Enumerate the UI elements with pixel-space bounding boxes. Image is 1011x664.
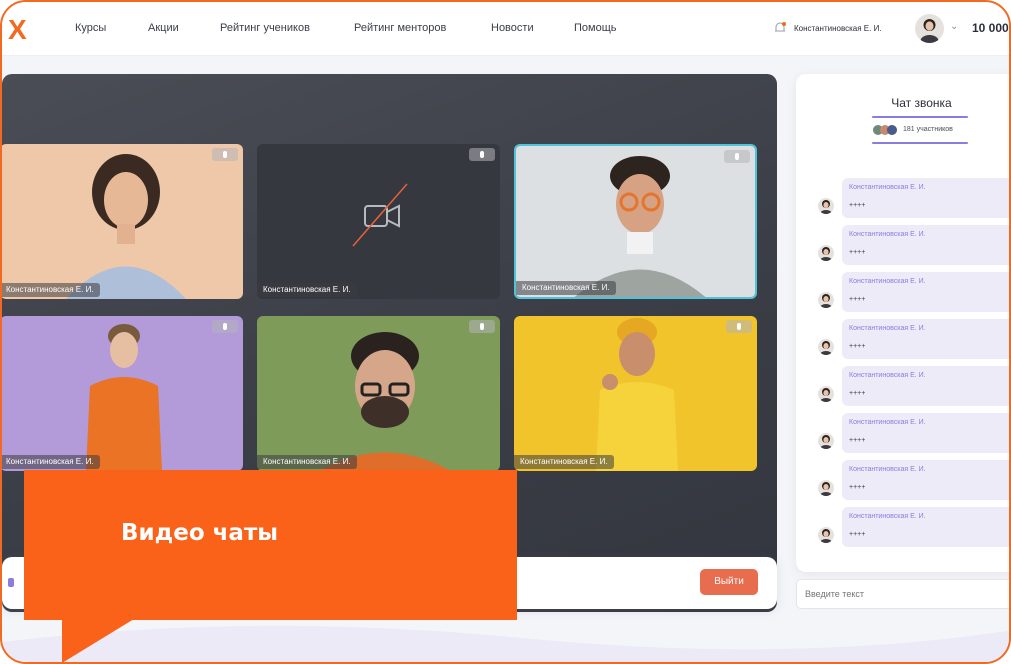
message-text: ++++ <box>849 202 866 209</box>
message-bubble: Константиновская Е. И. ++++ <box>842 178 1009 218</box>
chat-title: Чат звонка <box>891 96 952 110</box>
participant-name: Константиновская Е. И. <box>514 455 614 469</box>
message-bubble: Константиновская Е. И. ++++ <box>842 319 1009 359</box>
message-bubble: Константиновская Е. И. ++++ <box>842 413 1009 453</box>
participant-video-4 <box>2 316 243 471</box>
nav-item-mentor-rating[interactable]: Рейтинг менторов <box>354 22 446 34</box>
balance: 10 000 <box>972 21 1009 35</box>
chevron-down-icon[interactable]: ⌄ <box>950 21 958 32</box>
mic-icon <box>724 150 750 163</box>
nav-item-courses[interactable]: Курсы <box>75 22 106 34</box>
promo-banner-tail <box>62 619 134 662</box>
video-tile-5[interactable]: Константиновская Е. И. <box>257 316 500 471</box>
mic-icon <box>212 148 238 161</box>
message-text: ++++ <box>849 437 866 444</box>
chat-message: Константиновская Е. И. ++++ <box>816 319 1009 361</box>
message-author: Константиновская Е. И. <box>849 466 926 473</box>
participant-name: Константиновская Е. И. <box>257 455 357 469</box>
avatar <box>818 527 834 543</box>
promo-banner: Видео чаты <box>24 470 517 620</box>
video-tile-4[interactable]: Константиновская Е. И. <box>2 316 243 471</box>
chat-message: Константиновская Е. И. ++++ <box>816 366 1009 408</box>
video-tile-2[interactable]: Константиновская Е. И. <box>257 144 500 299</box>
user-avatar[interactable] <box>915 14 944 43</box>
video-tile-3-active[interactable]: Константиновская Е. И. <box>514 144 757 299</box>
nav-item-help[interactable]: Помощь <box>574 22 617 34</box>
nav-item-student-rating[interactable]: Рейтинг учеников <box>220 22 310 34</box>
avatar <box>818 198 834 214</box>
participants-count: 181 участников <box>903 126 953 133</box>
video-tile-6[interactable]: Константиновская Е. И. <box>514 316 757 471</box>
nav-item-promotions[interactable]: Акции <box>148 22 179 34</box>
message-text: ++++ <box>849 484 866 491</box>
message-author: Константиновская Е. И. <box>849 184 926 191</box>
top-navigation: X Курсы Акции Рейтинг учеников Рейтинг м… <box>2 2 1009 56</box>
avatar <box>818 433 834 449</box>
message-text: ++++ <box>849 343 866 350</box>
message-bubble: Константиновская Е. И. ++++ <box>842 272 1009 312</box>
message-text: ++++ <box>849 296 866 303</box>
message-author: Константиновская Е. И. <box>849 231 926 238</box>
mic-icon <box>469 148 495 161</box>
mic-icon <box>726 320 752 333</box>
bell-icon[interactable] <box>773 21 787 35</box>
participant-video-5 <box>257 316 500 471</box>
chat-message: Константиновская Е. И. ++++ <box>816 225 1009 267</box>
avatar <box>818 480 834 496</box>
avatar <box>818 339 834 355</box>
message-text: ++++ <box>849 390 866 397</box>
participant-video-6 <box>514 316 757 471</box>
avatar <box>818 292 834 308</box>
exit-call-button[interactable]: Выйти <box>700 569 758 595</box>
mic-icon <box>212 320 238 333</box>
app-frame: X Курсы Акции Рейтинг учеников Рейтинг м… <box>0 0 1011 664</box>
message-author: Константиновская Е. И. <box>849 513 926 520</box>
message-author: Константиновская Е. И. <box>849 278 926 285</box>
chat-message: Константиновская Е. И. ++++ <box>816 178 1009 220</box>
participants-avatars-icon <box>873 125 897 135</box>
camera-off-icon <box>352 183 408 247</box>
message-author: Константиновская Е. И. <box>849 372 926 379</box>
message-text: ++++ <box>849 531 866 538</box>
message-text: ++++ <box>849 249 866 256</box>
message-bubble: Константиновская Е. И. ++++ <box>842 507 1009 547</box>
nav-item-news[interactable]: Новости <box>491 22 534 34</box>
chat-message: Константиновская Е. И. ++++ <box>816 460 1009 502</box>
message-author: Константиновская Е. И. <box>849 419 926 426</box>
participant-video-1 <box>2 144 243 299</box>
participant-name: Константиновская Е. И. <box>2 455 100 469</box>
mic-icon <box>469 320 495 333</box>
chat-message-input[interactable] <box>796 579 1009 609</box>
promo-title: Видео чаты <box>121 520 279 546</box>
divider <box>872 142 968 144</box>
participant-name: Константиновская Е. И. <box>2 283 100 297</box>
message-author: Константиновская Е. И. <box>849 325 926 332</box>
participant-name: Константиновская Е. И. <box>516 281 616 295</box>
mic-icon[interactable] <box>8 578 14 587</box>
logo[interactable]: X <box>8 16 27 44</box>
divider <box>872 116 968 118</box>
message-bubble: Константиновская Е. И. ++++ <box>842 366 1009 406</box>
avatar <box>818 245 834 261</box>
message-bubble: Константиновская Е. И. ++++ <box>842 460 1009 500</box>
avatar <box>818 386 834 402</box>
user-name[interactable]: Константиновская Е. И. <box>794 24 882 33</box>
chat-message: Константиновская Е. И. ++++ <box>816 272 1009 314</box>
chat-message: Константиновская Е. И. ++++ <box>816 413 1009 455</box>
chat-message: Константиновская Е. И. ++++ <box>816 507 1009 549</box>
message-bubble: Константиновская Е. И. ++++ <box>842 225 1009 265</box>
participant-video-3 <box>516 146 755 297</box>
participant-name: Константиновская Е. И. <box>257 283 357 297</box>
video-tile-1[interactable]: Константиновская Е. И. <box>2 144 243 299</box>
call-chat-panel: Чат звонка 181 участников Константиновск… <box>796 74 1009 572</box>
